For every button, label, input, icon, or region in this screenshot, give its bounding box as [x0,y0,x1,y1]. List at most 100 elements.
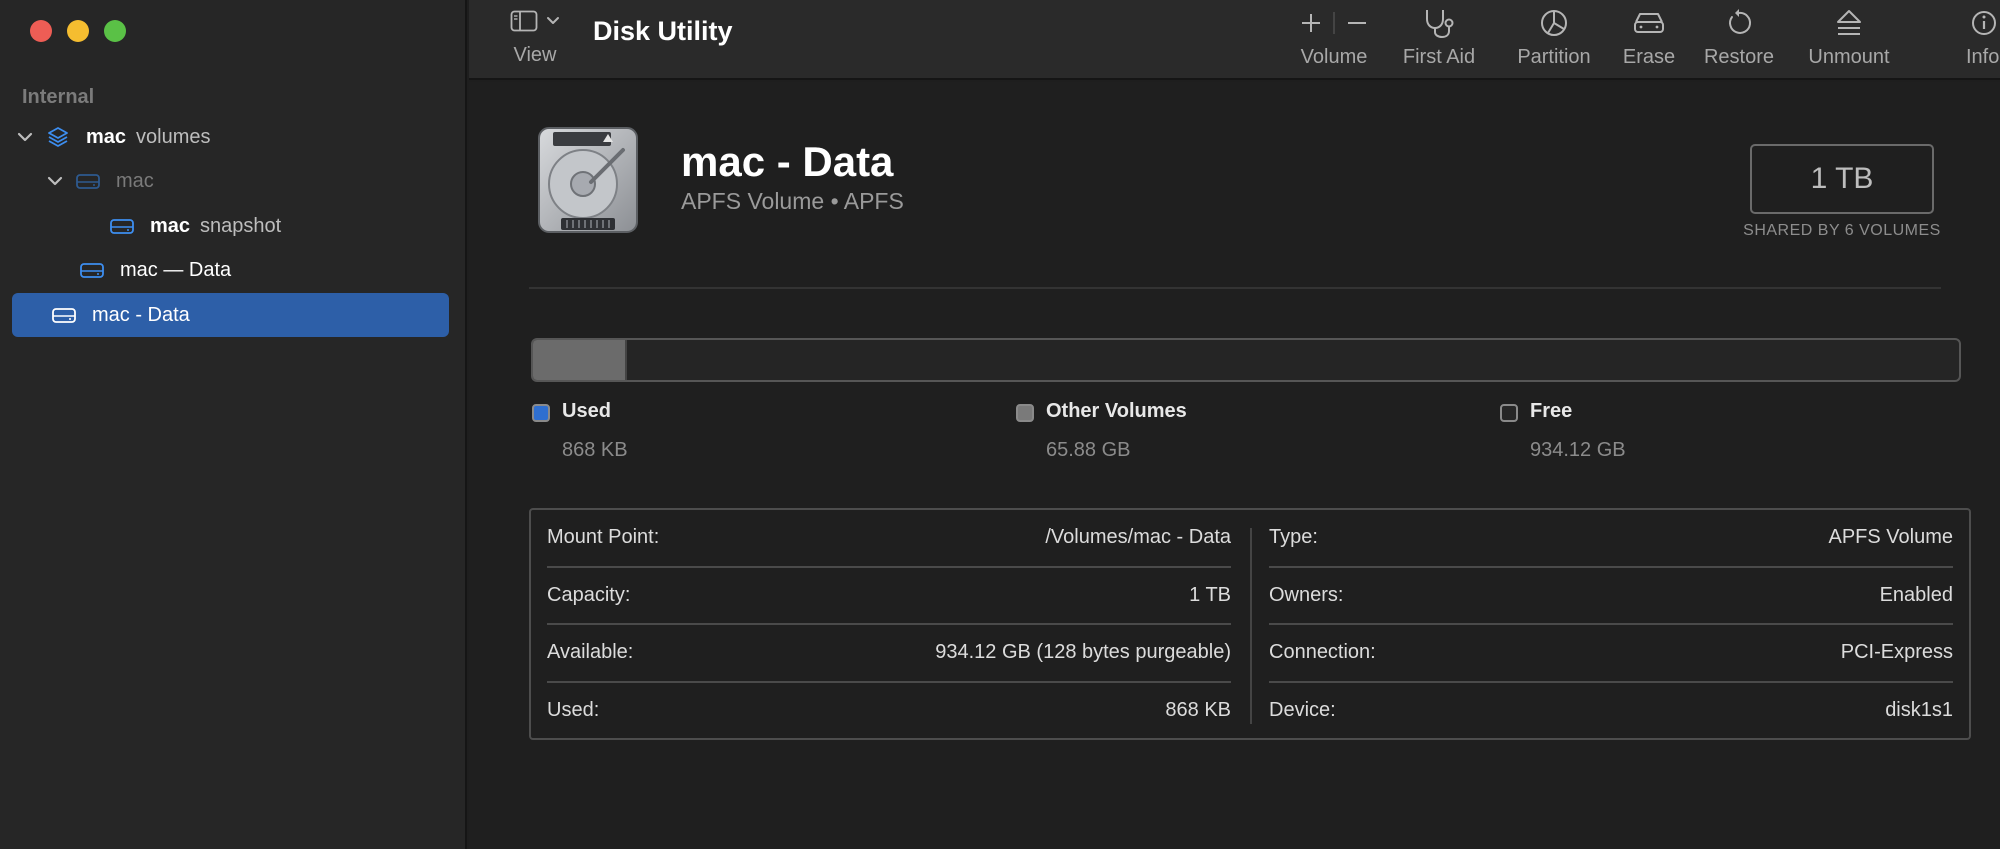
partition-button[interactable]: Partition [1504,6,1604,69]
sidebar-item-label: mac [150,214,191,237]
legend-value: 868 KB [562,439,628,461]
sidebar-item-mac[interactable]: mac [44,159,154,203]
info-row-used: Used: 868 KB [547,683,1231,741]
minus-icon [1348,22,1366,24]
legend-label: Used [562,400,611,422]
info-key: Capacity: [547,583,631,606]
info-row-connection: Connection: PCI-Express [1269,625,1953,683]
legend-swatch [1016,404,1034,422]
info-key: Owners: [1269,583,1344,606]
pie-icon [1504,6,1604,40]
first-aid-button[interactable]: First Aid [1393,6,1485,69]
info-value: Enabled [1879,583,1953,606]
view-button[interactable]: View [505,10,565,67]
sidebar-toggle-icon [510,10,538,37]
zoom-window-button[interactable] [104,20,126,42]
info-button[interactable]: Info [1966,6,2000,69]
legend-swatch [532,404,550,422]
info-value: PCI-Express [1840,641,1953,663]
sidebar-item-mac-volumes[interactable]: mac volumes [14,115,211,159]
info-table: Mount Point: /Volumes/mac - Data Capacit… [529,508,1971,740]
erase-button[interactable]: Erase [1609,6,1689,69]
volume-label: Volume [1300,46,1368,68]
hard-drive-icon [533,126,643,243]
info-row-type: Type: APFS Volume [1269,510,1953,568]
info-value: 934.12 GB (128 bytes purgeable) [935,641,1231,663]
restore-button[interactable]: Restore [1694,6,1784,69]
plus-icon [1302,14,1320,32]
close-window-button[interactable] [30,20,52,42]
info-row-available: Available: 934.12 GB (128 bytes purgeabl… [547,625,1231,683]
main-panel: mac - Data APFS Volume • APFS 1 TB SHARE… [469,82,2000,849]
info-icon [1966,6,2000,40]
sidebar-item-label: mac [86,125,127,148]
view-label: View [513,44,557,66]
drive-icon [78,258,106,282]
drive-icon [50,303,78,327]
sidebar-item-mac-data-em[interactable]: mac — Data [78,248,231,292]
info-row-mount-point: Mount Point: /Volumes/mac - Data [547,510,1231,568]
remove-volume-button[interactable] [1345,11,1369,35]
legend-swatch [1500,404,1518,422]
sidebar-item-sublabel: snapshot [200,214,282,237]
info-value: /Volumes/mac - Data [1045,526,1231,548]
window-title: Disk Utility [593,16,733,46]
info-key: Type: [1269,526,1318,548]
legend-label: Free [1530,400,1573,422]
window-controls [30,20,126,42]
restore-icon [1694,6,1784,40]
legend-label: Other Volumes [1046,400,1187,422]
unmount-button[interactable]: Unmount [1794,6,1904,69]
sidebar-item-mac-data-selected[interactable]: mac - Data [12,293,449,337]
legend-value: 65.88 GB [1046,439,1131,461]
volume-title: mac - Data [681,138,894,185]
toolbar: View Disk Utility Volume First Aid Parti… [469,0,2000,80]
info-value: 1 TB [1189,583,1231,606]
add-volume-button[interactable] [1299,11,1323,35]
restore-label: Restore [1703,46,1775,68]
shared-volumes-label: SHARED BY 6 VOLUMES [1743,222,1941,239]
info-value: disk1s1 [1885,698,1953,721]
info-column-left: Mount Point: /Volumes/mac - Data Capacit… [547,510,1231,740]
drive-icon [108,214,136,238]
info-row-device: Device: disk1s1 [1269,683,1953,741]
usage-bar-other-volumes [533,340,628,380]
sidebar-item-mac-snapshot[interactable]: mac snapshot [108,204,281,248]
stethoscope-icon [1393,6,1485,40]
volume-subtitle: APFS Volume • APFS [681,188,904,214]
info-column-divider [1250,528,1252,724]
info-key: Mount Point: [547,526,660,548]
info-value: APFS Volume [1828,526,1953,548]
usage-bar [531,338,1961,382]
sidebar-section-internal: Internal [22,86,95,108]
sidebar: Internal mac volumes mac mac snapshot ma… [0,0,467,849]
chevron-down-icon[interactable] [14,126,36,148]
info-key: Connection: [1269,641,1376,663]
chevron-down-icon[interactable] [44,170,66,192]
divider [529,287,1941,289]
volume-button-group: Volume [1291,6,1377,69]
info-key: Used: [547,698,600,721]
legend-value: 934.12 GB [1530,439,1626,461]
erase-drive-icon [1609,6,1689,40]
info-key: Device: [1269,698,1336,721]
info-row-owners: Owners: Enabled [1269,568,1953,626]
info-row-capacity: Capacity: 1 TB [547,568,1231,626]
sidebar-item-sublabel: mac [116,169,154,192]
info-column-right: Type: APFS Volume Owners: Enabled Connec… [1269,510,1953,740]
unmount-label: Unmount [1808,46,1890,68]
sidebar-item-sublabel: volumes [136,125,211,148]
info-value: 868 KB [1165,698,1231,721]
drive-icon [74,169,102,193]
sidebar-item-label: mac - Data [92,303,190,326]
info-key: Available: [547,641,634,663]
chevron-down-icon [546,14,560,33]
partition-label: Partition [1517,46,1591,68]
info-label: Info [1966,46,2000,68]
eject-icon [1794,6,1904,40]
first-aid-label: First Aid [1402,46,1476,68]
stack-icon [44,125,72,149]
erase-label: Erase [1622,46,1676,68]
minimize-window-button[interactable] [67,20,89,42]
sidebar-item-label: mac — Data [120,258,232,281]
